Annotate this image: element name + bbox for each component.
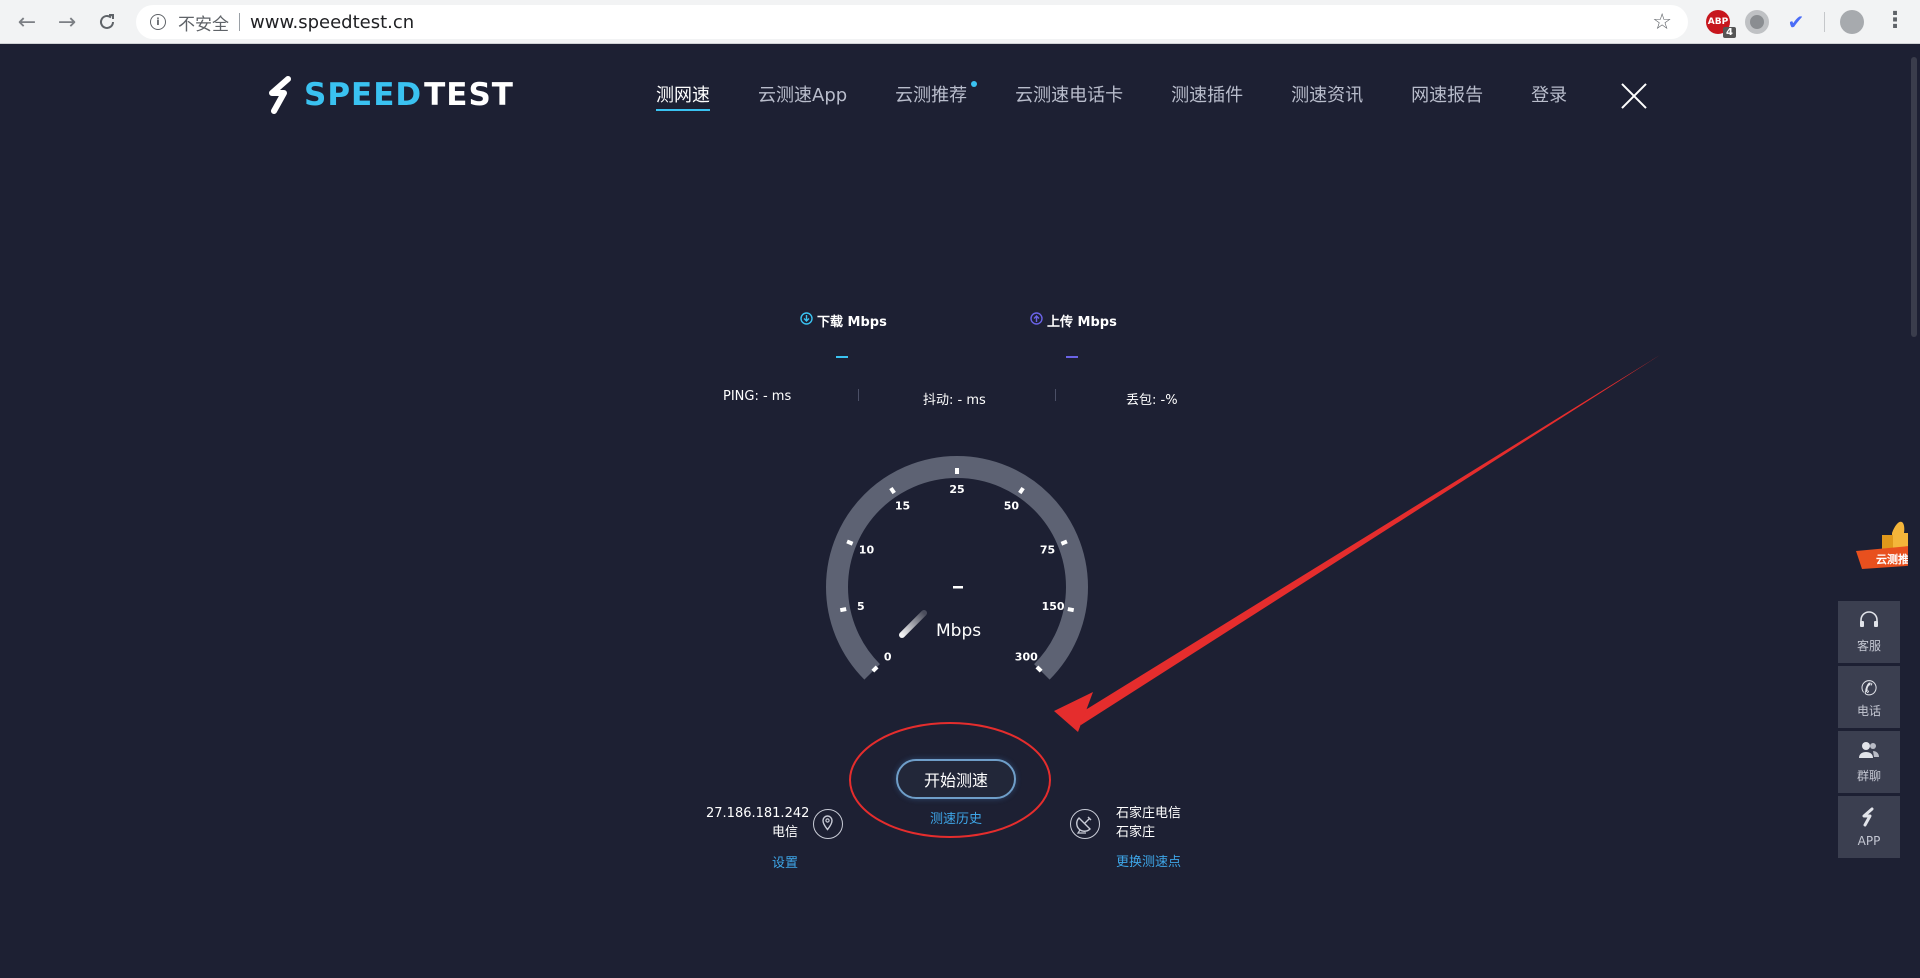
forward-icon[interactable]: →: [52, 7, 82, 37]
upload-value-placeholder: [1066, 356, 1078, 358]
loss-stat: 丢包: -%: [1126, 393, 1178, 408]
nav-item-report[interactable]: 网速报告: [1411, 81, 1483, 115]
gauge-tick-mark: [889, 486, 896, 495]
gauge-tick-mark: [1060, 539, 1068, 546]
nav-item-news[interactable]: 测速资讯: [1291, 81, 1363, 115]
stat-divider: [858, 389, 859, 401]
start-test-button[interactable]: 开始测速: [896, 759, 1016, 799]
nav-item-cloud-app[interactable]: 云测速App: [758, 81, 847, 115]
gauge-tick-label: 10: [859, 543, 875, 556]
change-server-link[interactable]: 更换测速点: [1116, 851, 1181, 870]
group-chat-icon: [1858, 740, 1880, 765]
test-history-link[interactable]: 测速历史: [930, 808, 982, 827]
gauge-unit: Mbps: [936, 621, 982, 641]
adblock-extension-icon[interactable]: ABP 4: [1706, 10, 1736, 38]
speed-gauge: 0 5 10 15 25 50 75 150 300: [826, 456, 1088, 680]
gauge-value-placeholder: [953, 586, 963, 589]
headset-icon: [1858, 610, 1880, 635]
speedtest-logo-mark-icon: [262, 75, 302, 115]
gauge-tick-label: 15: [895, 500, 910, 513]
address-divider: [239, 13, 240, 31]
reload-icon[interactable]: [92, 7, 122, 37]
download-icon: [800, 312, 813, 329]
gauge-tick-label: 75: [1040, 543, 1055, 556]
phone-label: 电话: [1856, 703, 1881, 718]
adblock-badge: 4: [1723, 27, 1736, 38]
bookmark-star-icon[interactable]: ☆: [1652, 10, 1672, 35]
phone-button[interactable]: ✆ 电话: [1838, 666, 1900, 728]
location-pin-icon: [813, 809, 843, 839]
close-icon[interactable]: [1620, 82, 1648, 110]
page-scrollbar[interactable]: [1908, 45, 1920, 978]
phone-icon: ✆: [1860, 675, 1878, 700]
settings-link[interactable]: 设置: [772, 852, 798, 871]
jitter-stat: 抖动: - ms: [923, 393, 986, 408]
customer-service-label: 客服: [1856, 639, 1881, 653]
main-navigation: 测网速 云测速App 云测推荐 云测速电话卡 测速插件 测速资讯 网速报告 登录: [656, 81, 1615, 115]
upload-header: 上传 Mbps: [1030, 311, 1117, 330]
nav-item-recommend[interactable]: 云测推荐: [895, 81, 978, 115]
upload-label: 上传 Mbps: [1047, 315, 1117, 330]
customer-service-button[interactable]: 客服: [1838, 601, 1900, 663]
gauge-tick-label: 25: [949, 483, 964, 496]
toolbar-divider: [1824, 12, 1825, 32]
nav-item-speedtest[interactable]: 测网速: [656, 81, 710, 115]
nav-item-recommend-label: 云测推荐: [895, 85, 968, 106]
bird-extension-icon[interactable]: ✔: [1784, 10, 1808, 34]
gauge-track: [826, 456, 1088, 680]
gauge-tick-mark: [846, 539, 854, 546]
ring-extension-icon[interactable]: [1745, 10, 1769, 34]
floating-service-panel: 客服 ✆ 电话 群聊 APP: [1838, 601, 1900, 861]
server-info: 石家庄电信 石家庄: [1116, 804, 1181, 842]
stat-divider: [1055, 389, 1056, 401]
group-chat-label: 群聊: [1856, 769, 1881, 783]
ping-stat: PING: - ms: [723, 389, 792, 404]
address-bar[interactable]: i 不安全 www.speedtest.cn ☆: [136, 5, 1688, 39]
gauge-tick-mark: [1067, 607, 1075, 613]
group-chat-button[interactable]: 群聊: [1838, 731, 1900, 793]
promo-label: 云测推: [1876, 553, 1909, 566]
nav-item-plugin[interactable]: 测速插件: [1171, 81, 1243, 115]
upload-icon: [1030, 312, 1043, 329]
browser-toolbar: ← → i 不安全 www.speedtest.cn ☆ ABP 4 ✔ ⋮: [0, 0, 1920, 44]
gauge-tick-label: 150: [1042, 600, 1065, 613]
download-label: 下载 Mbps: [817, 315, 887, 330]
arrow-shaft: [1074, 355, 1660, 725]
gauge-tick-label: 300: [1015, 650, 1038, 663]
client-isp: 电信: [771, 825, 798, 840]
nav-item-phone-card[interactable]: 云测速电话卡: [1015, 81, 1123, 115]
nav-item-login[interactable]: 登录: [1531, 81, 1567, 115]
gauge-tick-mark: [839, 607, 847, 613]
satellite-dish-icon: [1070, 809, 1100, 839]
gauge-tick-label: 50: [1004, 500, 1020, 513]
server-name: 石家庄电信: [1116, 806, 1182, 821]
gauge-tick-label: 5: [857, 600, 865, 613]
browser-menu-icon[interactable]: ⋮: [1884, 8, 1906, 33]
info-icon[interactable]: i: [150, 14, 166, 30]
app-logo-icon: [1859, 807, 1879, 832]
adblock-label: ABP: [1707, 17, 1729, 27]
download-header: 下载 Mbps: [800, 311, 887, 330]
client-ip: 27.186.181.242: [706, 806, 810, 821]
logo-word-test: TEST: [424, 77, 514, 113]
speedtest-logo[interactable]: SPEED TEST: [262, 75, 514, 115]
app-download-button[interactable]: APP: [1838, 796, 1900, 858]
gauge-tick-mark: [1018, 486, 1025, 495]
scrollbar-thumb[interactable]: [1911, 57, 1917, 337]
logo-word-speed: SPEED: [304, 77, 423, 113]
new-dot-indicator: [971, 81, 978, 87]
back-icon[interactable]: ←: [12, 7, 42, 37]
gauge-tick-label: 0: [884, 650, 892, 663]
download-value-placeholder: [836, 356, 848, 358]
server-city: 石家庄: [1116, 825, 1156, 840]
security-label: 不安全: [178, 14, 229, 35]
client-info: 27.186.181.242 电信: [706, 804, 810, 842]
url-text[interactable]: www.speedtest.cn: [250, 12, 414, 33]
speedtest-page: SPEED TEST 测网速 云测速App 云测推荐 云测速电话卡 测速插件 测速…: [0, 45, 1920, 978]
gauge-needle: [899, 610, 927, 638]
profile-avatar-icon[interactable]: [1840, 10, 1864, 34]
app-download-label: APP: [1857, 833, 1881, 848]
